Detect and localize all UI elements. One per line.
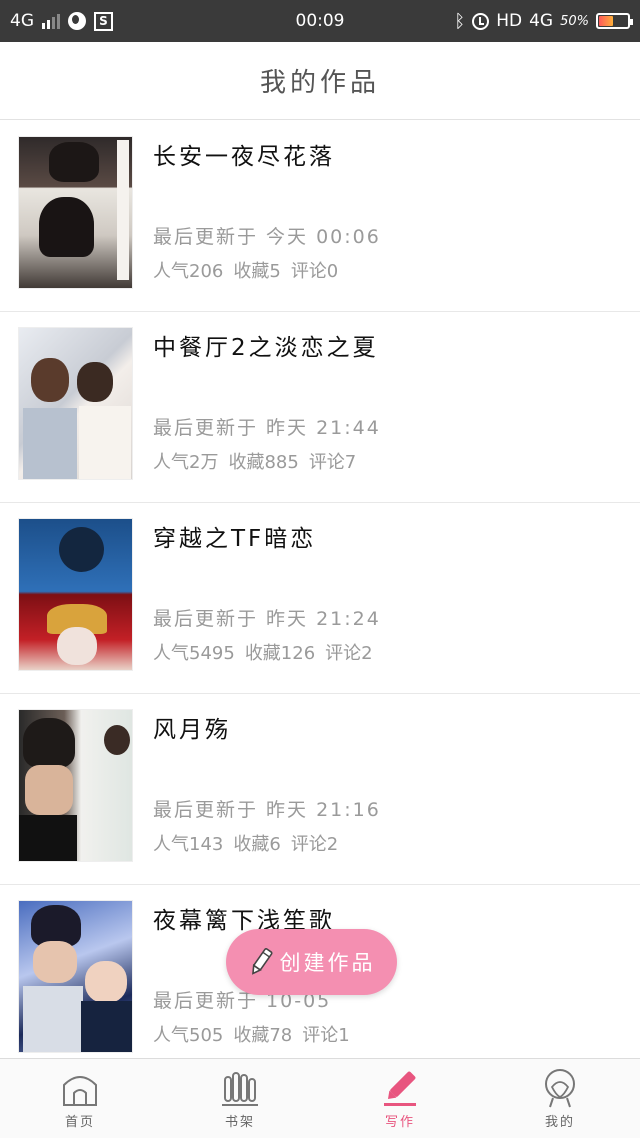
work-stats: 人气5495 收藏126 评论2 — [153, 639, 383, 665]
list-item[interactable]: 穿越之TF暗恋 最后更新于 昨天 21:24 人气5495 收藏126 评论2 — [0, 503, 640, 694]
tab-label: 写作 — [384, 1115, 415, 1130]
cover-image — [18, 900, 133, 1053]
cover-image — [18, 136, 133, 289]
status-right: ᛒ HD 4G 50% — [454, 0, 633, 42]
tab-label: 首页 — [64, 1115, 95, 1130]
popularity-count: 人气5495 — [153, 643, 235, 664]
popularity-count: 人气2万 — [153, 452, 219, 473]
comments-count: 评论1 — [302, 1025, 350, 1046]
page-title: 我的作品 — [259, 68, 380, 98]
comments-count: 评论2 — [290, 834, 339, 855]
list-item[interactable]: 风月殇 最后更新于 昨天 21:16 人气143 收藏6 评论2 — [0, 694, 640, 885]
work-title: 风月殇 — [153, 717, 231, 743]
work-title: 长安一夜尽花落 — [153, 144, 335, 170]
home-icon — [60, 1067, 100, 1109]
work-stats: 人气505 收藏78 评论1 — [153, 1021, 360, 1047]
popularity-count: 人气505 — [153, 1025, 224, 1046]
comments-count: 评论0 — [290, 261, 339, 282]
favorites-count: 收藏885 — [228, 452, 299, 473]
favorites-count: 收藏126 — [244, 643, 316, 664]
bookshelf-icon — [220, 1067, 260, 1109]
status-bar: 4G S 00:09 ᛒ HD 4G 50% — [0, 0, 640, 42]
battery-fill — [599, 16, 613, 26]
app-header: 我的作品 — [0, 42, 640, 120]
work-updated: 最后更新于 今天 00:06 — [153, 226, 381, 248]
favorites-count: 收藏6 — [233, 834, 281, 855]
create-work-button[interactable]: 创建作品 — [226, 929, 397, 995]
pencil-icon — [380, 1067, 420, 1109]
battery-icon — [596, 13, 633, 29]
cover-image — [18, 709, 133, 862]
popularity-count: 人气143 — [153, 834, 224, 855]
list-item[interactable]: 中餐厅2之淡恋之夏 最后更新于 昨天 21:44 人气2万 收藏885 评论7 — [0, 312, 640, 503]
work-stats: 人气143 收藏6 评论2 — [153, 830, 348, 856]
tab-bookshelf[interactable]: 书架 — [160, 1059, 320, 1138]
bluetooth-icon: ᛒ — [454, 10, 466, 32]
comments-count: 评论2 — [325, 643, 373, 664]
tab-home[interactable]: 首页 — [0, 1059, 160, 1138]
work-updated: 最后更新于 昨天 21:16 — [153, 799, 381, 821]
work-stats: 人气206 收藏5 评论0 — [153, 257, 348, 283]
bottom-tab-bar: 首页 书架 写作 我的 — [0, 1058, 640, 1138]
pencil-icon — [248, 947, 274, 977]
popularity-count: 人气206 — [153, 261, 224, 282]
cover-image — [18, 327, 133, 480]
tab-write[interactable]: 写作 — [320, 1059, 480, 1138]
tab-label: 我的 — [544, 1115, 575, 1130]
tab-mine[interactable]: 我的 — [480, 1059, 640, 1138]
work-updated: 最后更新于 昨天 21:44 — [153, 417, 381, 439]
favorites-count: 收藏78 — [233, 1025, 293, 1046]
favorites-count: 收藏5 — [233, 261, 281, 282]
work-title: 穿越之TF暗恋 — [153, 526, 317, 552]
network-right-label: 4G — [529, 11, 554, 31]
battery-percent: 50% — [560, 13, 589, 29]
work-updated: 最后更新于 昨天 21:24 — [153, 608, 381, 630]
alarm-icon — [472, 12, 490, 30]
work-title: 中餐厅2之淡恋之夏 — [153, 335, 379, 361]
profile-icon — [540, 1067, 580, 1109]
create-work-label: 创建作品 — [279, 951, 376, 975]
comments-count: 评论7 — [308, 452, 357, 473]
work-stats: 人气2万 收藏885 评论7 — [153, 448, 366, 474]
cover-image — [18, 518, 133, 671]
hd-label: HD — [496, 11, 523, 31]
list-item[interactable]: 长安一夜尽花落 最后更新于 今天 00:06 人气206 收藏5 评论0 — [0, 121, 640, 312]
tab-label: 书架 — [224, 1115, 255, 1130]
